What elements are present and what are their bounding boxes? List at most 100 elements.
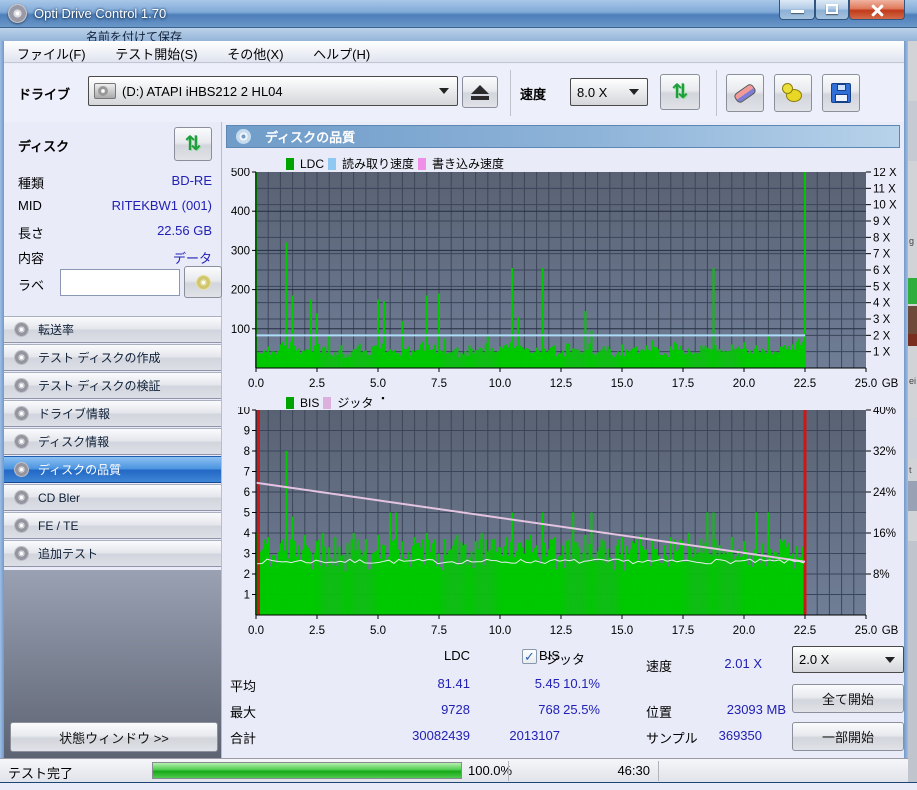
sidebar-item-6[interactable]: CD Bler [4,484,221,511]
titlebar: Opti Drive Control 1.70 [0,0,917,28]
total-ldc: 30082439 [412,728,470,743]
speed-stat-label: 速度 [646,659,673,674]
statusbar: テスト完了 100.0% 46:30 [0,758,908,782]
svg-text:1: 1 [244,590,250,602]
sidebar-item-2[interactable]: テスト ディスクの検証 [4,372,221,399]
eject-button[interactable] [462,76,498,108]
svg-text:7.5: 7.5 [431,625,447,637]
svg-text:10.0: 10.0 [489,378,511,390]
sidebar-item-3[interactable]: ドライブ情報 [4,400,221,427]
menu-file[interactable]: ファイル(F) [4,41,99,63]
svg-text:2: 2 [244,569,250,581]
progress-percent: 100.0% [468,763,513,778]
svg-text:12 X: 12 X [873,168,897,179]
duck-button[interactable] [774,74,812,112]
menu-start-test[interactable]: テスト開始(S) [102,41,210,63]
svg-text:2 X: 2 X [873,330,891,342]
svg-text:2.5: 2.5 [309,378,325,390]
svg-text:12.5: 12.5 [550,378,572,390]
save-button[interactable] [822,74,860,112]
disc-icon [14,434,29,449]
svg-text:10 X: 10 X [873,200,897,212]
chevron-down-icon [885,656,895,663]
speed-select[interactable]: 8.0 X [570,78,648,106]
drive-select-value: (D:) ATAPI iHBS212 2 HL04 [122,83,283,99]
duck-icon [782,83,804,103]
position-value: 23093 MB [726,702,786,717]
svg-text:10.0: 10.0 [489,625,511,637]
window-title: Opti Drive Control 1.70 [34,6,167,21]
disc-icon [14,546,29,561]
menu-help[interactable]: ヘルプ(H) [300,41,383,63]
svg-text:200: 200 [231,285,250,297]
sidebar-item-1[interactable]: テスト ディスクの作成 [4,344,221,371]
svg-text:15.0: 15.0 [611,378,633,390]
panel-title: ディスクの品質 [265,130,356,145]
stats-col-ldc: LDC [443,648,470,663]
sidebar-item-4[interactable]: ディスク情報 [4,428,221,455]
refresh-drive-button[interactable]: ⇅ [660,74,700,110]
disc-icon [14,350,29,365]
menu-other[interactable]: その他(X) [214,41,296,63]
close-button[interactable] [849,0,905,20]
disc-panel-title: ディスク [18,139,70,154]
disc-icon [14,490,29,505]
status-window-button[interactable]: 状態ウィンドウ >> [10,722,218,752]
avg-label: 平均 [230,679,257,694]
sidebar-item-7[interactable]: FE / TE [4,512,221,539]
background-window-title: 名前を付けて保存 [86,30,183,41]
test-speed-select[interactable]: 2.0 X [792,646,904,673]
background-desktop-sliver: g ei t [908,41,917,782]
panel-header: ディスクの品質 [226,125,900,148]
speed-label: 速度 [520,87,547,102]
sidebar-nav: 転送率 テスト ディスクの作成 テスト ディスクの検証 ドライブ情報 ディスク情報 ディス… [4,315,221,567]
jitter-checkbox[interactable]: ✓ [522,649,537,664]
sidebar-item-8[interactable]: 追加テスト [4,540,221,567]
drive-select[interactable]: (D:) ATAPI iHBS212 2 HL04 [88,76,458,106]
svg-text:10: 10 [237,407,250,417]
legend-note: ▪ [381,392,385,403]
svg-text:5.0: 5.0 [370,378,386,390]
elapsed-time: 46:30 [617,763,650,778]
minimize-icon [791,10,804,13]
sidebar-item-0[interactable]: 転送率 [4,316,221,343]
disc-mid-label: MID [18,198,42,213]
sidebar-item-5[interactable]: ディスクの品質 [4,456,221,483]
svg-text:4: 4 [244,528,251,540]
drive-label: ドライブ [18,87,71,102]
svg-text:15.0: 15.0 [611,625,633,637]
minimize-button[interactable] [779,0,815,20]
svg-text:32%: 32% [873,446,896,458]
svg-text:4 X: 4 X [873,298,891,310]
svg-text:500: 500 [231,168,250,179]
svg-text:12.5: 12.5 [550,625,572,637]
disc-icon [236,129,251,144]
refresh-icon: ⇅ [184,133,202,155]
write-label-button[interactable] [184,266,222,298]
svg-text:3: 3 [244,549,250,561]
svg-text:25.0: 25.0 [855,378,877,390]
total-bis: 2013107 [509,728,560,743]
app-disc-icon [8,4,27,23]
disc-label-input[interactable] [60,269,180,296]
test-speed-value: 2.0 X [799,652,830,667]
svg-text:2.5: 2.5 [309,625,325,637]
stats-col-jitter: ジッタ [546,652,586,667]
maximize-button[interactable] [815,0,849,20]
svg-text:5 X: 5 X [873,281,891,293]
svg-text:0.0: 0.0 [248,378,264,390]
erase-disc-button[interactable] [726,74,764,112]
position-label: 位置 [646,705,673,720]
disc-length-label: 長さ [18,226,45,241]
avg-ldc: 81.41 [437,676,470,691]
disc-length-value: 22.56 GB [157,223,212,238]
disc-sidebar: ディスク ⇅ 種類 BD-RE MID RITEKBW1 (001) 長さ 22.56… [4,122,222,758]
refresh-disc-button[interactable]: ⇅ [174,127,212,161]
svg-text:16%: 16% [873,528,896,540]
start-part-button[interactable]: 一部開始 [792,722,904,751]
svg-text:9 X: 9 X [873,216,891,228]
disc-content-value: データ [172,251,212,266]
svg-text:3 X: 3 X [873,314,891,326]
start-all-button[interactable]: 全て開始 [792,684,904,713]
total-label: 合計 [230,731,257,746]
